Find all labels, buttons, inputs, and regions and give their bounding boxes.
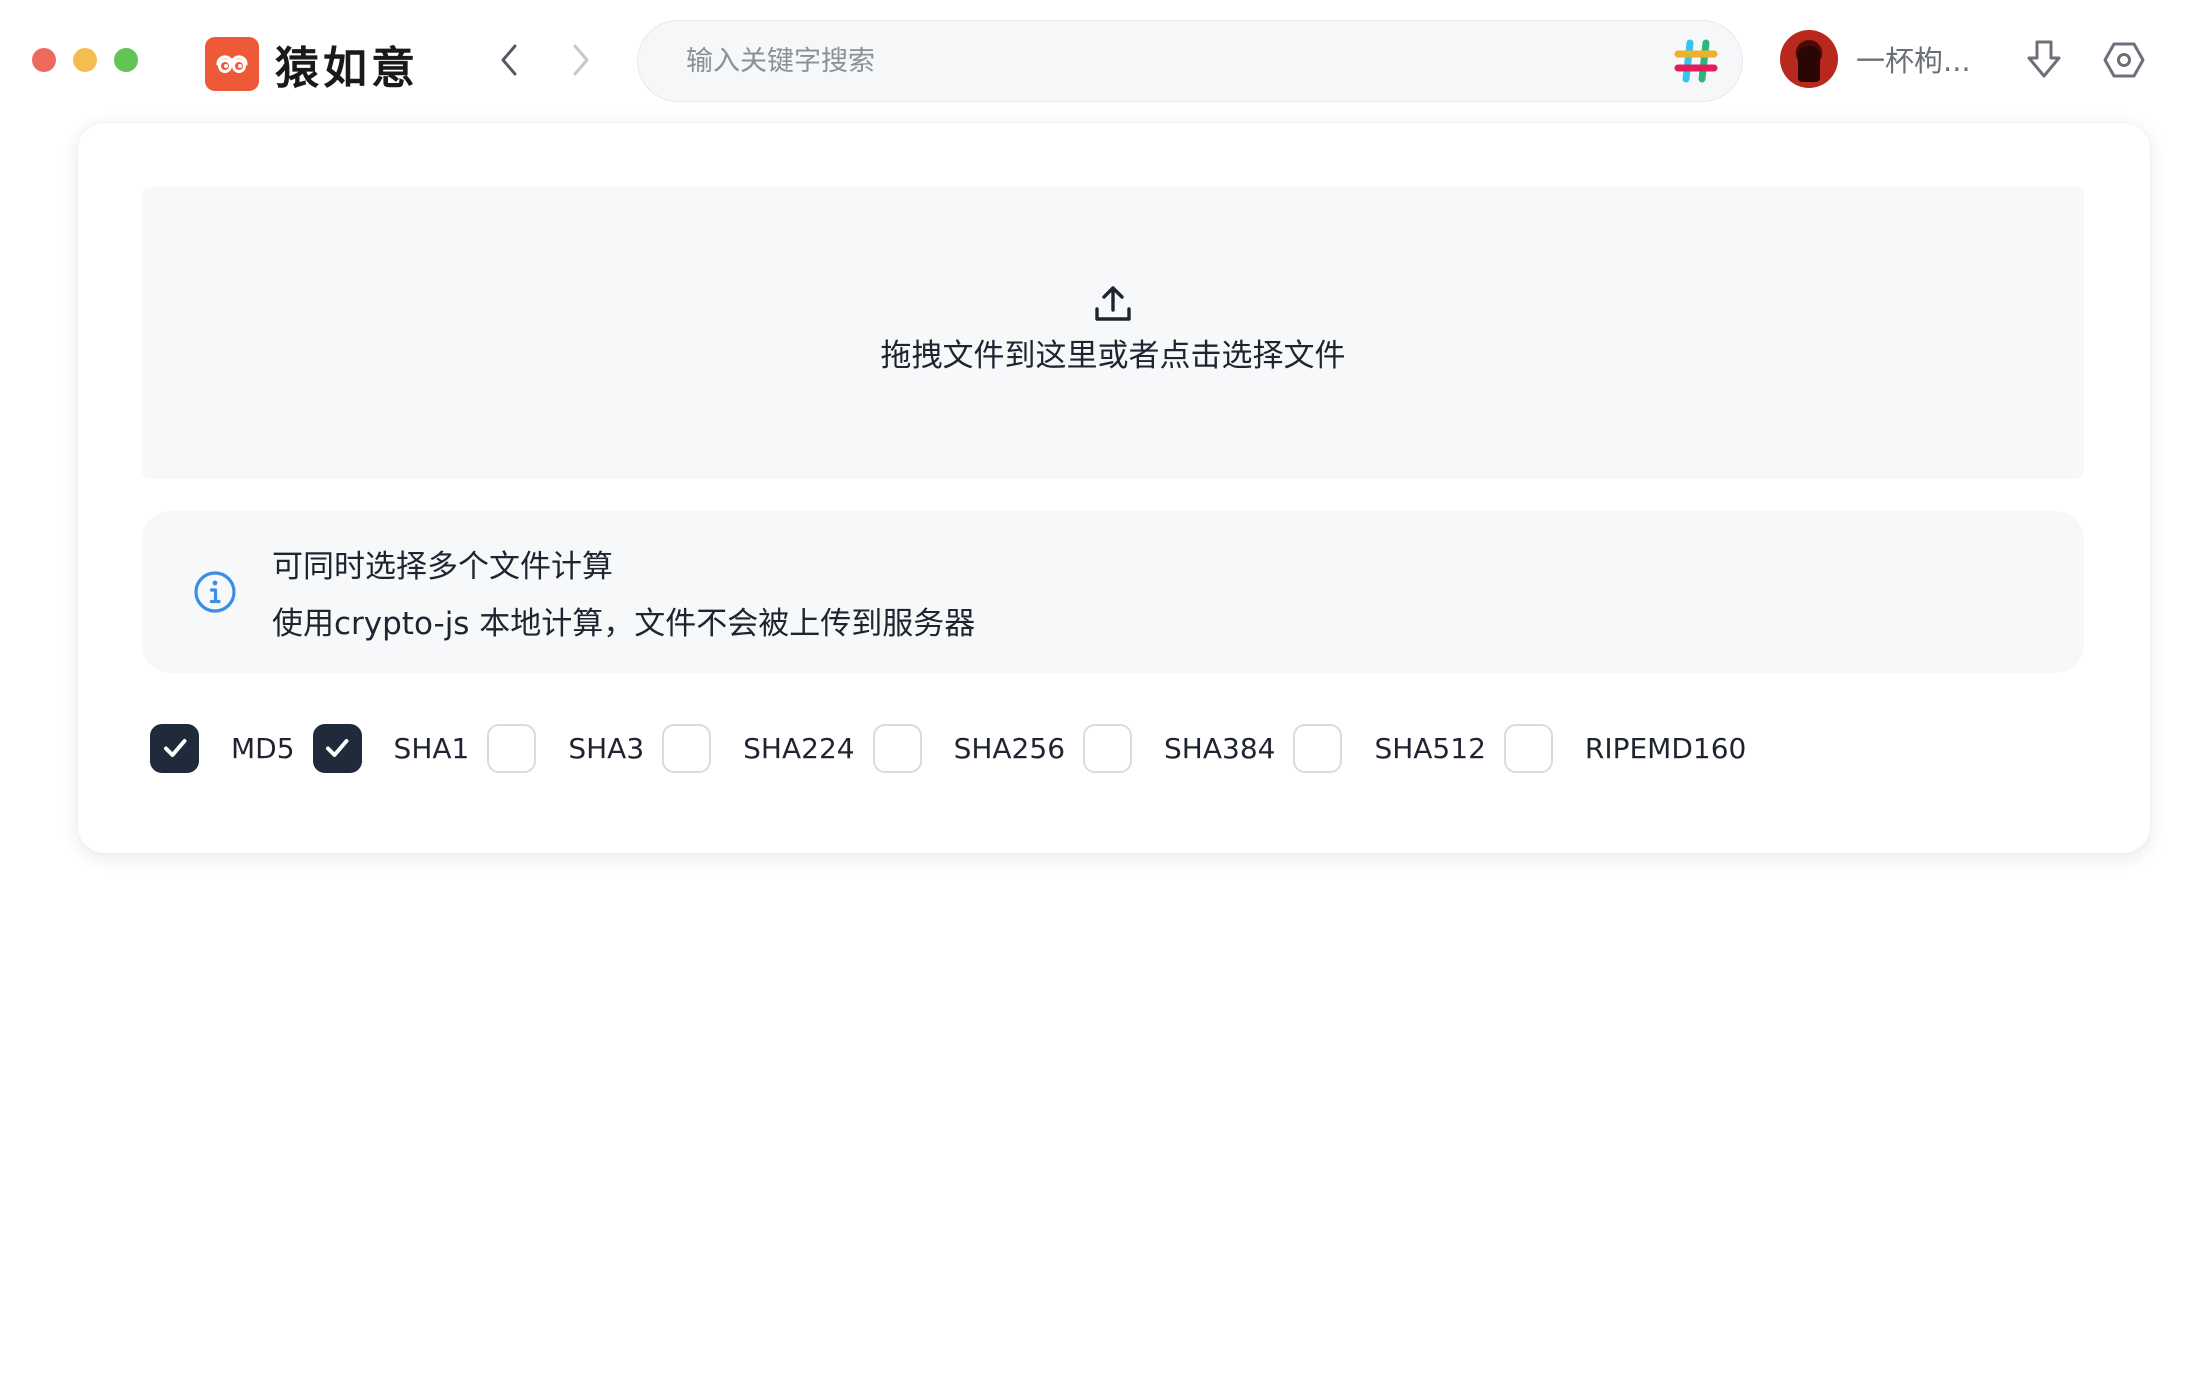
algorithm-option-sha384[interactable]: SHA384: [1083, 723, 1293, 773]
info-text: 可同时选择多个文件计算 使用crypto-js 本地计算，文件不会被上传到服务器: [272, 541, 975, 643]
username: 一杯枸...: [1856, 44, 1971, 78]
checkmark-icon: [326, 739, 349, 757]
algorithm-label: SHA1: [393, 731, 470, 765]
app-window: 猿如意 一杯枸...: [0, 0, 2200, 1400]
hashtag-icon[interactable]: [1668, 33, 1724, 89]
info-line: 使用crypto-js 本地计算，文件不会被上传到服务器: [272, 606, 976, 642]
checkbox-sha384[interactable]: [1083, 723, 1133, 773]
close-window-button[interactable]: [32, 48, 56, 72]
algorithm-option-sha224[interactable]: SHA224: [662, 723, 872, 773]
avatar: [1780, 30, 1838, 88]
algorithm-label: SHA224: [743, 731, 855, 765]
chevron-right-icon: [573, 44, 589, 76]
checkbox-sha1[interactable]: [312, 723, 362, 773]
back-button[interactable]: [490, 40, 530, 80]
file-dropzone[interactable]: 拖拽文件到这里或者点击选择文件: [142, 187, 2084, 479]
download-icon: [2027, 40, 2061, 78]
algorithm-option-md5[interactable]: MD5: [150, 723, 313, 773]
algorithm-label: SHA512: [1374, 731, 1486, 765]
checkbox-md5[interactable]: [150, 723, 199, 773]
settings-button[interactable]: [2098, 34, 2150, 86]
window-controls: [32, 48, 138, 72]
info-notice: 可同时选择多个文件计算 使用crypto-js 本地计算，文件不会被上传到服务器: [142, 511, 2084, 673]
minimize-window-button[interactable]: [73, 48, 97, 72]
checkbox-sha224[interactable]: [662, 723, 712, 773]
checkbox-sha512[interactable]: [1293, 723, 1343, 773]
dropzone-text: 拖拽文件到这里或者点击选择文件: [880, 337, 1346, 374]
algorithm-label: MD5: [231, 731, 295, 765]
algorithm-option-sha512[interactable]: SHA512: [1293, 723, 1503, 773]
hash-tool-card: 拖拽文件到这里或者点击选择文件 可同时选择多个文件计算 使用crypto-js …: [78, 123, 2150, 853]
chevron-left-icon: [501, 44, 517, 76]
search-bar: [637, 20, 1743, 102]
search-input[interactable]: [686, 45, 1668, 77]
algorithm-option-sha256[interactable]: SHA256: [872, 723, 1083, 773]
settings-icon: [2103, 42, 2145, 78]
checkmark-icon: [163, 739, 186, 757]
brand-name: 猿如意: [275, 43, 419, 94]
brand[interactable]: 猿如意: [205, 32, 419, 96]
upload-icon: [1095, 285, 1131, 321]
maximize-window-button[interactable]: [114, 48, 138, 72]
algorithm-label: SHA3: [568, 731, 645, 765]
algorithm-option-ripemd160[interactable]: RIPEMD160: [1503, 723, 1764, 773]
forward-button[interactable]: [560, 40, 600, 80]
checkbox-sha3[interactable]: [487, 723, 537, 773]
checkbox-sha256[interactable]: [872, 723, 922, 773]
algorithm-checkbox-group: MD5 SHA1 SHA3 SHA224 SHA256 SHA384 SHA512 RIPEM…: [150, 723, 1764, 773]
algorithm-option-sha3[interactable]: SHA3: [487, 723, 662, 773]
algorithm-label: RIPEMD160: [1584, 731, 1747, 765]
user-menu[interactable]: 一杯枸...: [1780, 30, 1971, 88]
algorithm-label: SHA384: [1164, 731, 1276, 765]
download-button[interactable]: [2018, 34, 2070, 86]
checkbox-ripemd160[interactable]: [1503, 723, 1553, 773]
info-icon: [194, 571, 236, 613]
info-line: 可同时选择多个文件计算: [272, 549, 613, 585]
algorithm-label: SHA256: [953, 731, 1066, 765]
eyes-logo-icon: [205, 37, 259, 91]
algorithm-option-sha1[interactable]: SHA1: [312, 723, 488, 773]
